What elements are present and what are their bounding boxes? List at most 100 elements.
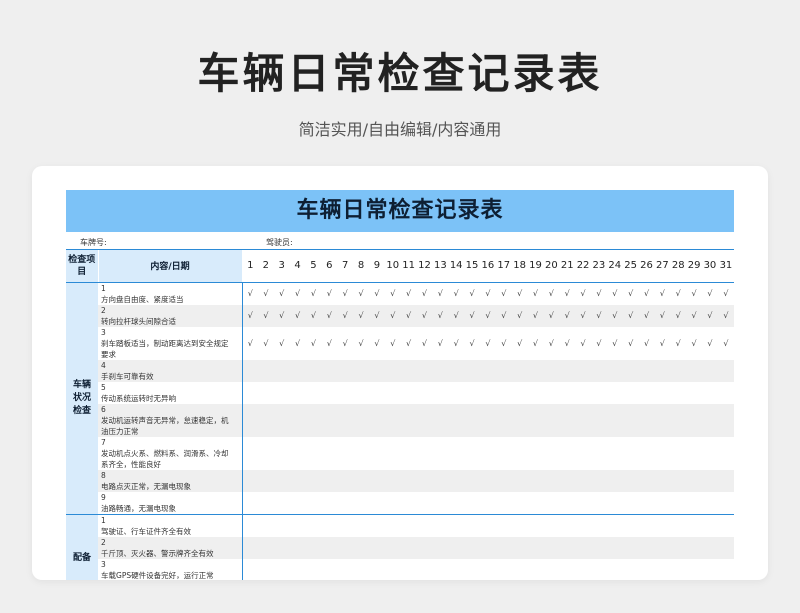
check-cell[interactable] (321, 559, 337, 581)
check-cell[interactable]: √ (432, 304, 449, 327)
check-cell[interactable] (543, 536, 560, 559)
check-cell[interactable] (638, 359, 655, 382)
check-cell[interactable] (606, 513, 623, 537)
check-cell[interactable] (717, 359, 734, 382)
check-cell[interactable] (290, 492, 306, 515)
check-cell[interactable] (559, 437, 575, 470)
check-cell[interactable] (448, 559, 464, 581)
check-cell[interactable] (464, 536, 480, 559)
check-cell[interactable]: √ (258, 327, 274, 360)
check-cell[interactable] (654, 437, 670, 470)
check-cell[interactable] (528, 492, 544, 515)
check-cell[interactable] (369, 492, 385, 515)
check-cell[interactable] (654, 382, 670, 404)
check-cell[interactable] (368, 359, 385, 382)
check-cell[interactable] (258, 559, 274, 581)
check-cell[interactable] (670, 437, 686, 470)
check-cell[interactable]: √ (559, 327, 575, 360)
check-cell[interactable] (241, 513, 258, 537)
check-cell[interactable] (273, 513, 290, 537)
check-cell[interactable] (718, 559, 734, 581)
check-cell[interactable]: √ (512, 282, 528, 305)
check-cell[interactable] (559, 403, 576, 437)
check-cell[interactable]: √ (623, 282, 639, 305)
check-cell[interactable] (623, 559, 639, 581)
check-cell[interactable] (686, 382, 702, 404)
check-cell[interactable] (321, 513, 338, 537)
check-cell[interactable] (591, 559, 607, 581)
check-cell[interactable] (416, 469, 433, 492)
check-cell[interactable]: √ (718, 327, 734, 360)
check-cell[interactable] (670, 469, 687, 492)
check-cell[interactable]: √ (385, 282, 401, 305)
check-cell[interactable]: √ (353, 282, 369, 305)
check-cell[interactable] (305, 469, 322, 492)
check-cell[interactable] (337, 536, 354, 559)
check-cell[interactable] (495, 536, 512, 559)
check-cell[interactable] (702, 469, 718, 492)
check-cell[interactable]: √ (670, 327, 686, 360)
check-cell[interactable] (575, 382, 591, 404)
check-cell[interactable] (638, 469, 655, 492)
check-cell[interactable]: √ (289, 304, 306, 327)
check-cell[interactable] (401, 382, 417, 404)
check-cell[interactable] (718, 492, 734, 515)
check-cell[interactable] (543, 559, 559, 581)
check-cell[interactable] (448, 403, 465, 437)
check-cell[interactable] (448, 382, 464, 404)
check-cell[interactable] (702, 536, 718, 559)
check-cell[interactable] (480, 382, 496, 404)
check-cell[interactable]: √ (337, 282, 353, 305)
check-cell[interactable] (321, 359, 338, 382)
check-cell[interactable]: √ (543, 327, 559, 360)
check-cell[interactable]: √ (274, 327, 290, 360)
check-cell[interactable] (385, 559, 401, 581)
check-cell[interactable] (337, 513, 354, 537)
check-cell[interactable] (273, 403, 290, 437)
check-cell[interactable]: √ (543, 282, 559, 305)
check-cell[interactable]: √ (369, 282, 385, 305)
check-cell[interactable] (590, 513, 607, 537)
check-cell[interactable] (496, 492, 512, 515)
check-cell[interactable] (417, 437, 433, 470)
check-cell[interactable] (305, 513, 322, 537)
check-cell[interactable] (496, 437, 512, 470)
check-cell[interactable] (654, 359, 671, 382)
check-cell[interactable]: √ (417, 327, 433, 360)
check-cell[interactable] (353, 382, 369, 404)
check-cell[interactable] (290, 559, 306, 581)
check-cell[interactable] (670, 382, 686, 404)
check-cell[interactable]: √ (654, 304, 671, 327)
check-cell[interactable] (670, 492, 686, 515)
check-cell[interactable] (464, 559, 480, 581)
check-cell[interactable] (527, 536, 544, 559)
check-cell[interactable] (559, 469, 576, 492)
check-cell[interactable]: √ (384, 304, 401, 327)
check-cell[interactable] (368, 469, 385, 492)
check-cell[interactable]: √ (274, 282, 290, 305)
check-cell[interactable] (432, 382, 448, 404)
check-cell[interactable]: √ (702, 304, 718, 327)
check-cell[interactable] (607, 492, 623, 515)
check-cell[interactable]: √ (273, 304, 290, 327)
check-cell[interactable] (575, 469, 591, 492)
check-cell[interactable] (702, 403, 718, 437)
check-cell[interactable] (543, 382, 559, 404)
check-cell[interactable] (575, 359, 591, 382)
check-cell[interactable]: √ (575, 304, 591, 327)
check-cell[interactable] (607, 559, 623, 581)
check-cell[interactable] (686, 513, 702, 537)
check-cell[interactable] (495, 513, 512, 537)
check-cell[interactable] (417, 492, 433, 515)
check-cell[interactable] (718, 382, 734, 404)
check-cell[interactable] (416, 359, 433, 382)
check-cell[interactable] (717, 536, 734, 559)
check-cell[interactable] (543, 513, 560, 537)
check-cell[interactable] (400, 536, 417, 559)
check-cell[interactable] (241, 491, 258, 514)
check-cell[interactable] (432, 513, 449, 537)
check-cell[interactable] (337, 359, 354, 382)
check-cell[interactable]: √ (321, 282, 337, 305)
check-cell[interactable]: √ (686, 327, 702, 360)
check-cell[interactable] (717, 513, 734, 537)
